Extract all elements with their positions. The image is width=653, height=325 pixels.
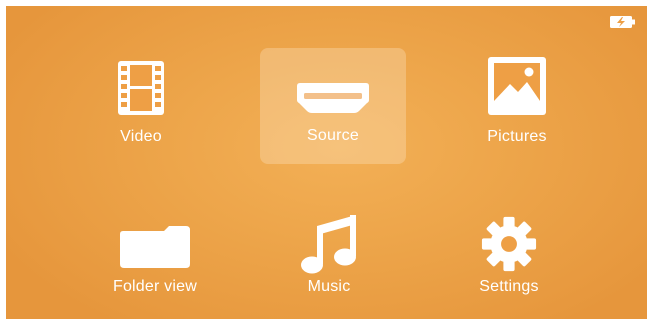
menu-item-label: Music (307, 278, 351, 295)
menu-item-label: Pictures (487, 128, 547, 145)
music-note-icon (301, 215, 356, 274)
menu-item-label: Video (120, 128, 162, 145)
hdmi-icon (297, 83, 369, 113)
menu-item-label: Folder view (112, 278, 197, 295)
home-screen: Video Source Pictures Folder view Music … (6, 6, 647, 319)
menu-item-video[interactable]: Video (66, 46, 216, 164)
film-icon (118, 61, 164, 115)
menu-item-music[interactable]: Music (254, 202, 404, 319)
picture-icon (488, 57, 546, 115)
menu-item-pictures[interactable]: Pictures (442, 46, 592, 164)
menu-item-label: Settings (479, 278, 539, 295)
menu-item-source[interactable]: Source (260, 48, 406, 164)
folder-icon (120, 226, 190, 268)
menu-item-folder-view[interactable]: Folder view (80, 202, 230, 319)
battery-charging-icon (610, 16, 635, 28)
menu-item-settings[interactable]: Settings (434, 202, 584, 319)
gear-icon (481, 216, 537, 272)
menu-item-label: Source (307, 127, 359, 144)
